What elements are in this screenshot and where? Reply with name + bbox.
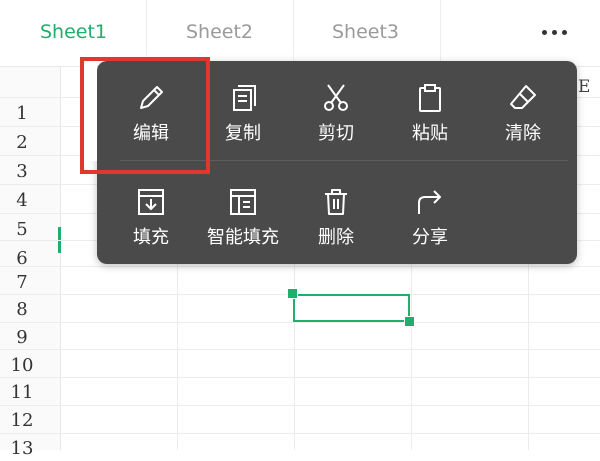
fill-down-icon [138,189,164,215]
grid-line [0,433,600,434]
row-number[interactable]: 6 [0,246,44,271]
row-number[interactable]: 4 [0,188,44,213]
scissors-icon [324,84,348,111]
grid-line [0,405,600,406]
tab-divider [440,0,441,66]
row-number[interactable]: 13 [0,436,44,461]
tab-divider [293,0,294,66]
smart-fill-icon [230,189,256,215]
row-number[interactable]: 10 [0,353,44,378]
trash-icon [325,189,347,215]
row-number[interactable]: 3 [0,159,44,184]
smart-fill-button[interactable]: 智能填充 [195,183,291,253]
cut-label: 剪切 [318,123,354,144]
tab-sheet1[interactable]: Sheet1 [40,21,107,43]
row-number[interactable]: 9 [0,325,44,350]
column-header-e[interactable]: E [578,77,590,97]
copy-icon [233,85,256,111]
clear-button[interactable]: 清除 [475,79,571,149]
paste-button[interactable]: 粘贴 [382,79,478,149]
tab-sheet2[interactable]: Sheet2 [186,21,253,43]
selection-handle-top-left[interactable] [287,288,298,299]
fill-button[interactable]: 填充 [103,183,199,253]
smart-fill-label: 智能填充 [207,227,279,248]
edit-highlight-box [80,57,210,174]
delete-button[interactable]: 删除 [288,183,384,253]
row-number[interactable]: 5 [0,217,44,242]
row-number[interactable]: 1 [0,101,44,126]
cut-button[interactable]: 剪切 [288,79,384,149]
row-number[interactable]: 8 [0,297,44,322]
selected-cell[interactable] [293,294,410,322]
row-number[interactable]: 11 [0,380,44,405]
clear-label: 清除 [505,123,541,144]
row-number[interactable]: 2 [0,130,44,155]
row-number[interactable]: 12 [0,408,44,433]
grid-line [0,349,600,350]
paste-label: 粘贴 [412,123,448,144]
delete-label: 删除 [318,227,354,248]
eraser-icon [510,85,536,109]
row-header-column: 1 2 3 4 5 6 7 8 9 10 11 12 13 [0,67,61,459]
selection-handle-bottom-right[interactable] [404,316,415,327]
share-icon [418,190,441,214]
grid-line [0,266,600,267]
fill-label: 填充 [133,227,169,248]
clipboard-icon [419,84,441,112]
grid-line [0,377,600,378]
more-options-icon[interactable] [540,22,570,42]
tab-sheet3[interactable]: Sheet3 [332,21,399,43]
grid-line [0,322,600,323]
row-number[interactable]: 7 [0,270,44,295]
share-label: 分享 [412,227,448,248]
share-button[interactable]: 分享 [382,183,478,253]
